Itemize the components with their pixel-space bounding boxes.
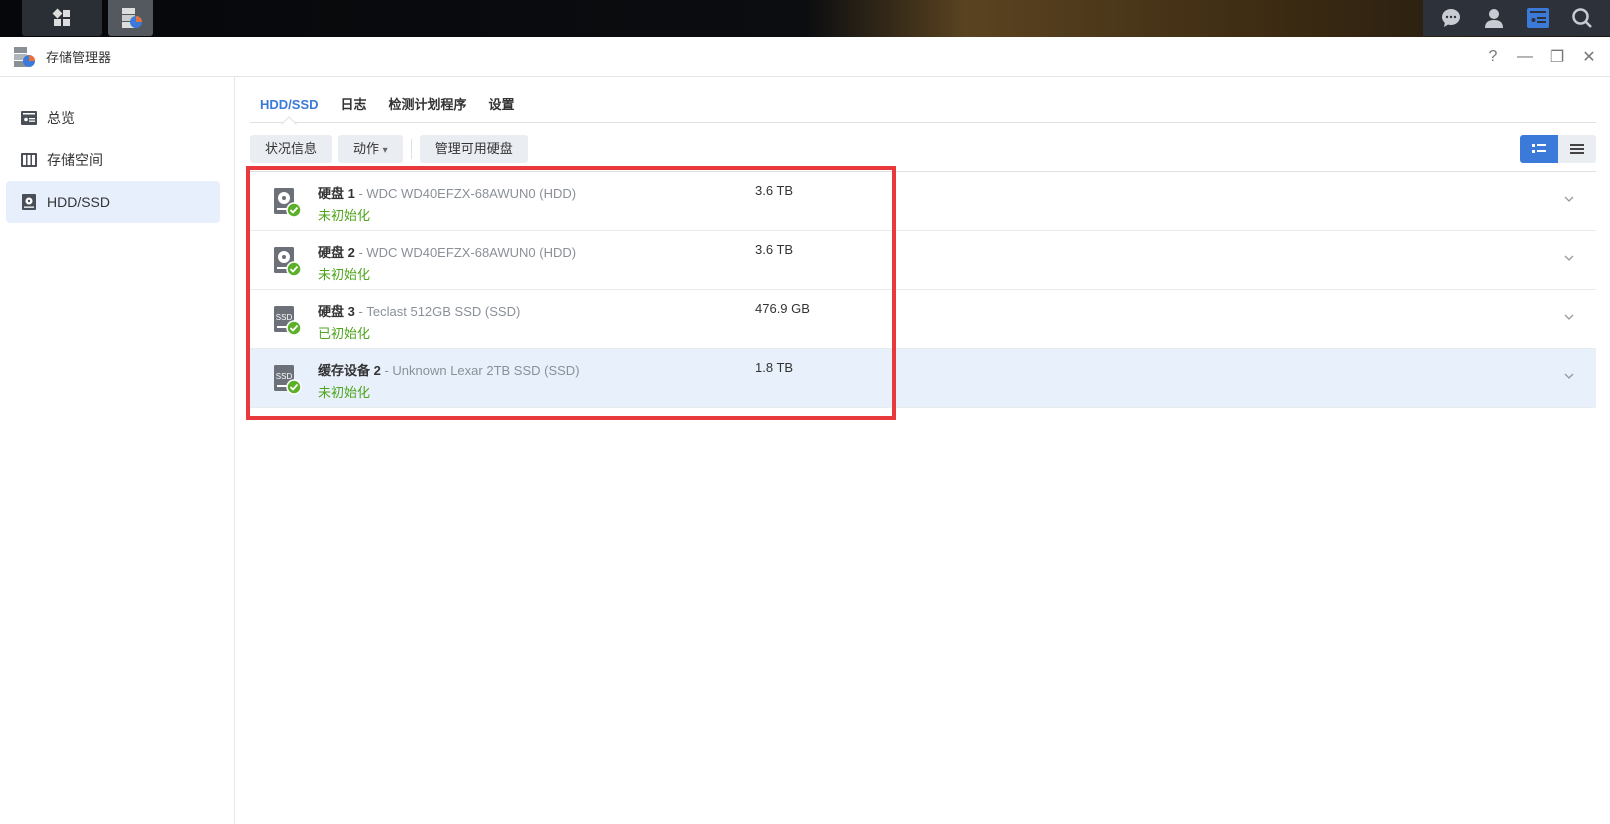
- disk-name: 缓存设备 2 - Unknown Lexar 2TB SSD (SSD): [318, 360, 580, 379]
- manage-available-drives-button[interactable]: 管理可用硬盘: [419, 135, 528, 163]
- card-list-icon: [1532, 144, 1546, 153]
- restore-button[interactable]: ❐: [1548, 47, 1566, 67]
- action-dropdown-button[interactable]: 动作 ▾: [338, 135, 403, 163]
- ssd-healthy-icon: SSD: [274, 306, 302, 336]
- main-panel: HDD/SSD 日志 检测计划程序 设置 状况信息 动作 ▾ 管理可用硬盘 硬盘…: [236, 77, 1610, 824]
- chevron-down-icon[interactable]: [1562, 369, 1576, 383]
- disk-model: - Teclast 512GB SSD (SSD): [354, 304, 521, 319]
- disk-label: 缓存设备 2: [318, 363, 381, 378]
- disk-label: 硬盘 2: [318, 245, 355, 260]
- user-icon[interactable]: [1483, 7, 1505, 29]
- disk-model: - WDC WD40EFZX-68AWUN0 (HDD): [354, 245, 577, 260]
- toolbar-divider: [410, 139, 412, 159]
- disk-model: - WDC WD40EFZX-68AWUN0 (HDD): [354, 186, 577, 201]
- chevron-down-icon[interactable]: [1562, 251, 1576, 265]
- sidebar-item-hdd-ssd[interactable]: HDD/SSD: [6, 181, 220, 223]
- hdd-healthy-icon: [274, 188, 302, 218]
- main-menu-button[interactable]: [22, 0, 102, 36]
- chat-icon[interactable]: [1440, 7, 1462, 29]
- sidebar-item-label: 存储空间: [47, 152, 103, 168]
- taskbar: [0, 0, 1610, 37]
- close-button[interactable]: ✕: [1580, 47, 1598, 67]
- minimize-button[interactable]: —: [1516, 48, 1534, 66]
- tab-test-scheduler[interactable]: 检测计划程序: [389, 87, 467, 123]
- chevron-down-icon[interactable]: [1562, 192, 1576, 206]
- health-info-button[interactable]: 状况信息: [250, 135, 333, 163]
- card-view-button[interactable]: [1520, 135, 1558, 163]
- tab-log[interactable]: 日志: [341, 87, 367, 123]
- disk-model: - Unknown Lexar 2TB SSD (SSD): [380, 363, 580, 378]
- disk-status: 未初始化: [318, 385, 371, 400]
- disk-row[interactable]: 硬盘 2 - WDC WD40EFZX-68AWUN0 (HDD) 未初始化 3…: [250, 231, 1596, 290]
- svg-text:SSD: SSD: [276, 372, 293, 381]
- storage-manager-icon: [14, 46, 35, 67]
- ssd-healthy-icon: SSD: [274, 365, 302, 395]
- view-toggle: [1520, 135, 1596, 163]
- disk-label: 硬盘 3: [318, 304, 355, 319]
- list-view-button[interactable]: [1558, 135, 1596, 163]
- disk-name: 硬盘 3 - Teclast 512GB SSD (SSD): [318, 301, 520, 320]
- widgets-icon[interactable]: [1526, 7, 1550, 29]
- sidebar: 总览 存储空间 HDD/SSD: [0, 77, 235, 824]
- search-icon[interactable]: [1571, 7, 1593, 29]
- svg-text:SSD: SSD: [276, 313, 293, 322]
- disk-list: 硬盘 1 - WDC WD40EFZX-68AWUN0 (HDD) 未初始化 3…: [250, 171, 1596, 408]
- disk-row[interactable]: SSD 缓存设备 2 - Unknown Lexar 2TB SSD (SSD)…: [250, 349, 1596, 408]
- disk-size: 3.6 TB: [755, 242, 794, 257]
- storage-manager-icon: [121, 8, 142, 28]
- caret-down-icon: ▾: [382, 145, 388, 156]
- tab-hdd-ssd[interactable]: HDD/SSD: [260, 87, 319, 123]
- overview-icon: [21, 111, 37, 125]
- disk-status: 未初始化: [318, 208, 371, 223]
- disk-name: 硬盘 2 - WDC WD40EFZX-68AWUN0 (HDD): [318, 242, 576, 261]
- disk-status: 未初始化: [318, 267, 371, 282]
- disk-size: 1.8 TB: [755, 360, 794, 375]
- action-label: 动作: [353, 141, 380, 156]
- toolbar: 状况信息 动作 ▾ 管理可用硬盘: [250, 135, 1596, 163]
- tab-bar: HDD/SSD 日志 检测计划程序 设置: [250, 87, 1596, 123]
- list-icon: [1570, 144, 1584, 154]
- disk-name: 硬盘 1 - WDC WD40EFZX-68AWUN0 (HDD): [318, 183, 576, 202]
- sidebar-item-label: 总览: [47, 110, 75, 126]
- chevron-down-icon[interactable]: [1562, 310, 1576, 324]
- sidebar-item-overview[interactable]: 总览: [6, 97, 220, 139]
- window-titlebar: 存储管理器 ? — ❐ ✕: [0, 37, 1610, 77]
- disk-size: 476.9 GB: [755, 301, 810, 316]
- tab-settings[interactable]: 设置: [489, 87, 515, 123]
- disk-label: 硬盘 1: [318, 186, 355, 201]
- disk-row[interactable]: 硬盘 1 - WDC WD40EFZX-68AWUN0 (HDD) 未初始化 3…: [250, 172, 1596, 231]
- disk-size: 3.6 TB: [755, 183, 794, 198]
- window-title: 存储管理器: [46, 50, 112, 65]
- storage-manager-taskbar-button[interactable]: [108, 0, 153, 36]
- storage-pool-icon: [21, 153, 37, 167]
- help-button[interactable]: ?: [1484, 48, 1502, 66]
- disk-status: 已初始化: [318, 326, 371, 341]
- disk-row[interactable]: SSD 硬盘 3 - Teclast 512GB SSD (SSD) 已初始化 …: [250, 290, 1596, 349]
- sidebar-item-storage-pool[interactable]: 存储空间: [6, 139, 220, 181]
- grid-icon: [52, 8, 70, 26]
- hdd-healthy-icon: [274, 247, 302, 277]
- sidebar-item-label: HDD/SSD: [47, 194, 111, 210]
- taskbar-tray: [1423, 0, 1610, 36]
- hdd-icon: [22, 194, 36, 210]
